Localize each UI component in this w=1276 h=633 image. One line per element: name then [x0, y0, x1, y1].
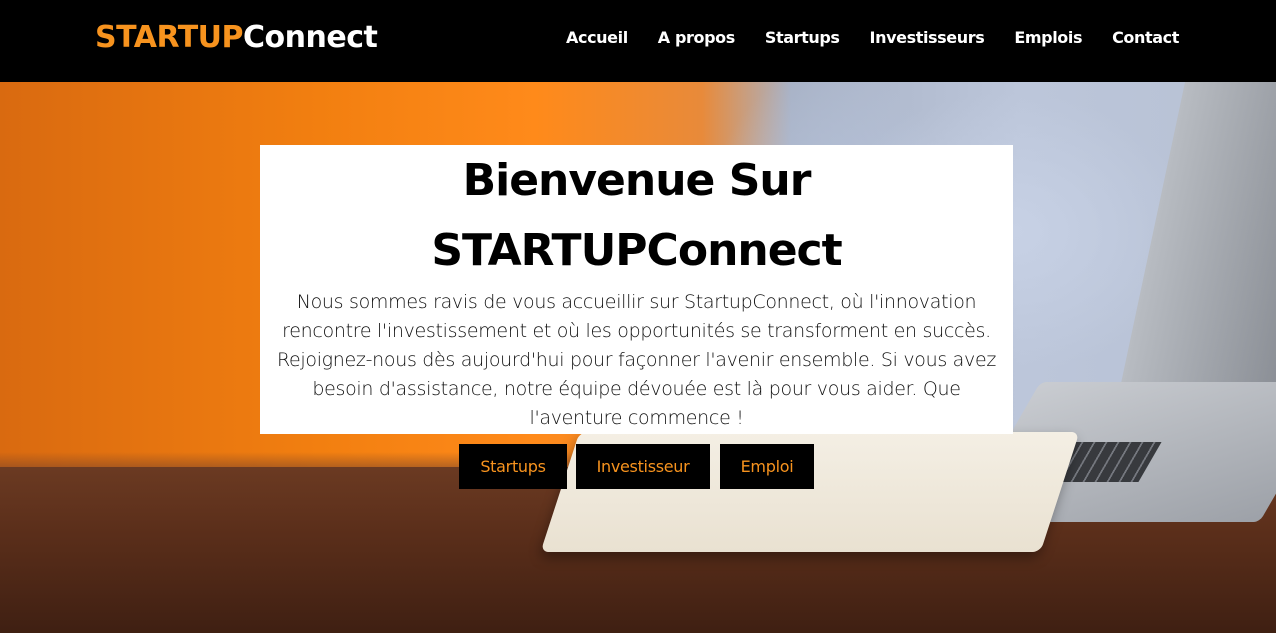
nav-link-startups[interactable]: Startups — [765, 28, 840, 47]
hero-description: Nous sommes ravis de vous accueillir sur… — [276, 291, 997, 429]
cta-button-group: Startups Investisseur Emploi — [0, 444, 1276, 490]
logo-text-connect: Connect — [243, 20, 378, 55]
nav-link-a-propos[interactable]: A propos — [658, 28, 735, 47]
nav-link-accueil[interactable]: Accueil — [566, 28, 628, 47]
hero-title-line1: Bienvenue Sur — [462, 155, 812, 206]
emploi-button[interactable]: Emploi — [720, 444, 814, 489]
logo-text-startup: STARTUP — [95, 20, 244, 55]
top-navbar: STARTUPConnect Accueil A propos Startups… — [0, 0, 1276, 82]
nav-link-investisseurs[interactable]: Investisseurs — [870, 28, 985, 47]
startups-button[interactable]: Startups — [459, 444, 567, 489]
nav-item-contact: Contact — [1112, 28, 1179, 48]
nav-item-accueil: Accueil — [566, 28, 628, 48]
nav-item-startups: Startups — [765, 28, 840, 48]
site-logo[interactable]: STARTUPConnect — [95, 20, 378, 56]
laptop-screen-shape — [1114, 82, 1276, 412]
nav-item-a-propos: A propos — [658, 28, 735, 48]
nav-link-contact[interactable]: Contact — [1112, 28, 1179, 47]
nav-item-emplois: Emplois — [1014, 28, 1082, 48]
investisseur-button[interactable]: Investisseur — [576, 444, 710, 489]
nav-menu: Accueil A propos Startups Investisseurs … — [566, 28, 1179, 48]
nav-link-emplois[interactable]: Emplois — [1014, 28, 1082, 47]
nav-item-investisseurs: Investisseurs — [870, 28, 985, 48]
hero-title: Bienvenue Sur STARTUPConnect — [260, 145, 1013, 286]
welcome-card: Bienvenue Sur STARTUPConnect Nous sommes… — [260, 145, 1013, 434]
hero-title-line2: STARTUPConnect — [431, 225, 842, 276]
